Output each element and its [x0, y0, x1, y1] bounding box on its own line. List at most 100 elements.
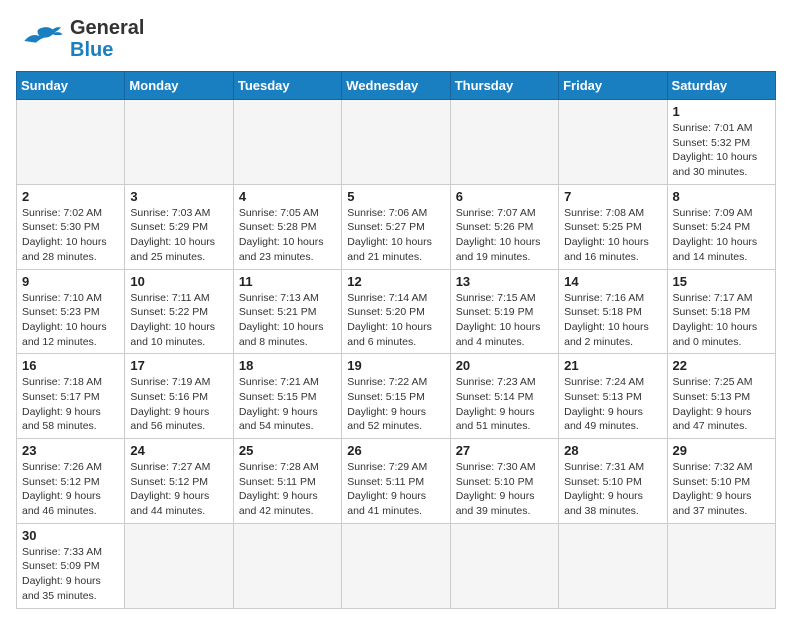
day-info: Sunrise: 7:02 AM Sunset: 5:30 PM Dayligh… [22, 206, 119, 265]
day-info: Sunrise: 7:05 AM Sunset: 5:28 PM Dayligh… [239, 206, 336, 265]
calendar-week-row: 16 Sunrise: 7:18 AM Sunset: 5:17 PM Dayli… [17, 354, 776, 439]
calendar-cell: 18 Sunrise: 7:21 AM Sunset: 5:15 PM Dayli… [233, 354, 341, 439]
calendar-cell: 20 Sunrise: 7:23 AM Sunset: 5:14 PM Dayli… [450, 354, 558, 439]
day-number: 10 [130, 274, 227, 289]
day-number: 13 [456, 274, 553, 289]
day-info: Sunrise: 7:30 AM Sunset: 5:10 PM Dayligh… [456, 460, 553, 519]
weekday-header: Thursday [450, 72, 558, 100]
day-info: Sunrise: 7:23 AM Sunset: 5:14 PM Dayligh… [456, 375, 553, 434]
calendar-cell [667, 523, 775, 608]
weekday-header: Sunday [17, 72, 125, 100]
page-header: General Blue [16, 16, 776, 61]
calendar-table: SundayMondayTuesdayWednesdayThursdayFrid… [16, 71, 776, 609]
calendar-cell: 4 Sunrise: 7:05 AM Sunset: 5:28 PM Daylig… [233, 184, 341, 269]
calendar-cell: 15 Sunrise: 7:17 AM Sunset: 5:18 PM Dayli… [667, 269, 775, 354]
day-info: Sunrise: 7:07 AM Sunset: 5:26 PM Dayligh… [456, 206, 553, 265]
calendar-cell: 19Sunrise: 7:22 AM Sunset: 5:15 PM Dayli… [342, 354, 450, 439]
calendar-cell [342, 523, 450, 608]
calendar-cell [17, 100, 125, 185]
calendar-cell: 16 Sunrise: 7:18 AM Sunset: 5:17 PM Dayli… [17, 354, 125, 439]
day-number: 30 [22, 528, 119, 543]
calendar-cell: 17 Sunrise: 7:19 AM Sunset: 5:16 PM Dayli… [125, 354, 233, 439]
calendar-cell [342, 100, 450, 185]
day-number: 11 [239, 274, 336, 289]
day-number: 3 [130, 189, 227, 204]
day-number: 19 [347, 358, 444, 373]
calendar-cell: 8Sunrise: 7:09 AM Sunset: 5:24 PM Daylig… [667, 184, 775, 269]
day-number: 2 [22, 189, 119, 204]
calendar-cell: 3 Sunrise: 7:03 AM Sunset: 5:29 PM Daylig… [125, 184, 233, 269]
day-number: 21 [564, 358, 661, 373]
day-number: 6 [456, 189, 553, 204]
calendar-cell: 26Sunrise: 7:29 AM Sunset: 5:11 PM Dayli… [342, 439, 450, 524]
weekday-header: Saturday [667, 72, 775, 100]
day-info: Sunrise: 7:31 AM Sunset: 5:10 PM Dayligh… [564, 460, 661, 519]
day-info: Sunrise: 7:19 AM Sunset: 5:16 PM Dayligh… [130, 375, 227, 434]
calendar-cell: 22 Sunrise: 7:25 AM Sunset: 5:13 PM Dayli… [667, 354, 775, 439]
calendar-week-row: 1Sunrise: 7:01 AM Sunset: 5:32 PM Daylig… [17, 100, 776, 185]
calendar-cell: 5Sunrise: 7:06 AM Sunset: 5:27 PM Daylig… [342, 184, 450, 269]
day-info: Sunrise: 7:06 AM Sunset: 5:27 PM Dayligh… [347, 206, 444, 265]
weekday-header: Wednesday [342, 72, 450, 100]
calendar-week-row: 9Sunrise: 7:10 AM Sunset: 5:23 PM Daylig… [17, 269, 776, 354]
day-info: Sunrise: 7:18 AM Sunset: 5:17 PM Dayligh… [22, 375, 119, 434]
calendar-week-row: 30 Sunrise: 7:33 AM Sunset: 5:09 PM Dayli… [17, 523, 776, 608]
day-info: Sunrise: 7:29 AM Sunset: 5:11 PM Dayligh… [347, 460, 444, 519]
day-info: Sunrise: 7:26 AM Sunset: 5:12 PM Dayligh… [22, 460, 119, 519]
day-number: 29 [673, 443, 770, 458]
calendar-cell: 10 Sunrise: 7:11 AM Sunset: 5:22 PM Dayli… [125, 269, 233, 354]
calendar-week-row: 23 Sunrise: 7:26 AM Sunset: 5:12 PM Dayli… [17, 439, 776, 524]
calendar-cell: 25Sunrise: 7:28 AM Sunset: 5:11 PM Dayli… [233, 439, 341, 524]
calendar-cell [233, 523, 341, 608]
day-info: Sunrise: 7:10 AM Sunset: 5:23 PM Dayligh… [22, 291, 119, 350]
day-number: 8 [673, 189, 770, 204]
day-info: Sunrise: 7:14 AM Sunset: 5:20 PM Dayligh… [347, 291, 444, 350]
calendar-cell: 12Sunrise: 7:14 AM Sunset: 5:20 PM Dayli… [342, 269, 450, 354]
day-info: Sunrise: 7:17 AM Sunset: 5:18 PM Dayligh… [673, 291, 770, 350]
day-number: 7 [564, 189, 661, 204]
day-number: 17 [130, 358, 227, 373]
day-number: 4 [239, 189, 336, 204]
calendar-cell [125, 523, 233, 608]
day-number: 27 [456, 443, 553, 458]
calendar-cell [559, 523, 667, 608]
calendar-cell [559, 100, 667, 185]
calendar-cell: 2 Sunrise: 7:02 AM Sunset: 5:30 PM Daylig… [17, 184, 125, 269]
day-info: Sunrise: 7:11 AM Sunset: 5:22 PM Dayligh… [130, 291, 227, 350]
day-info: Sunrise: 7:01 AM Sunset: 5:32 PM Dayligh… [673, 121, 770, 180]
weekday-header: Tuesday [233, 72, 341, 100]
day-number: 14 [564, 274, 661, 289]
day-number: 20 [456, 358, 553, 373]
calendar-cell [233, 100, 341, 185]
calendar-cell: 30 Sunrise: 7:33 AM Sunset: 5:09 PM Dayli… [17, 523, 125, 608]
calendar-cell: 7Sunrise: 7:08 AM Sunset: 5:25 PM Daylig… [559, 184, 667, 269]
calendar-cell: 24Sunrise: 7:27 AM Sunset: 5:12 PM Dayli… [125, 439, 233, 524]
day-info: Sunrise: 7:13 AM Sunset: 5:21 PM Dayligh… [239, 291, 336, 350]
day-number: 18 [239, 358, 336, 373]
calendar-cell [450, 100, 558, 185]
day-info: Sunrise: 7:33 AM Sunset: 5:09 PM Dayligh… [22, 545, 119, 604]
calendar-cell: 28 Sunrise: 7:31 AM Sunset: 5:10 PM Dayli… [559, 439, 667, 524]
calendar-cell: 23 Sunrise: 7:26 AM Sunset: 5:12 PM Dayli… [17, 439, 125, 524]
day-info: Sunrise: 7:21 AM Sunset: 5:15 PM Dayligh… [239, 375, 336, 434]
calendar-cell [450, 523, 558, 608]
logo: General Blue [16, 16, 144, 61]
day-number: 22 [673, 358, 770, 373]
day-number: 16 [22, 358, 119, 373]
day-number: 28 [564, 443, 661, 458]
calendar-cell: 11 Sunrise: 7:13 AM Sunset: 5:21 PM Dayli… [233, 269, 341, 354]
day-number: 23 [22, 443, 119, 458]
day-info: Sunrise: 7:28 AM Sunset: 5:11 PM Dayligh… [239, 460, 336, 519]
day-info: Sunrise: 7:24 AM Sunset: 5:13 PM Dayligh… [564, 375, 661, 434]
day-info: Sunrise: 7:03 AM Sunset: 5:29 PM Dayligh… [130, 206, 227, 265]
day-info: Sunrise: 7:32 AM Sunset: 5:10 PM Dayligh… [673, 460, 770, 519]
day-info: Sunrise: 7:16 AM Sunset: 5:18 PM Dayligh… [564, 291, 661, 350]
calendar-week-row: 2 Sunrise: 7:02 AM Sunset: 5:30 PM Daylig… [17, 184, 776, 269]
calendar-cell: 9Sunrise: 7:10 AM Sunset: 5:23 PM Daylig… [17, 269, 125, 354]
calendar-cell: 14 Sunrise: 7:16 AM Sunset: 5:18 PM Dayli… [559, 269, 667, 354]
weekday-header: Friday [559, 72, 667, 100]
calendar-cell: 21 Sunrise: 7:24 AM Sunset: 5:13 PM Dayli… [559, 354, 667, 439]
day-number: 15 [673, 274, 770, 289]
day-info: Sunrise: 7:25 AM Sunset: 5:13 PM Dayligh… [673, 375, 770, 434]
weekday-header: Monday [125, 72, 233, 100]
